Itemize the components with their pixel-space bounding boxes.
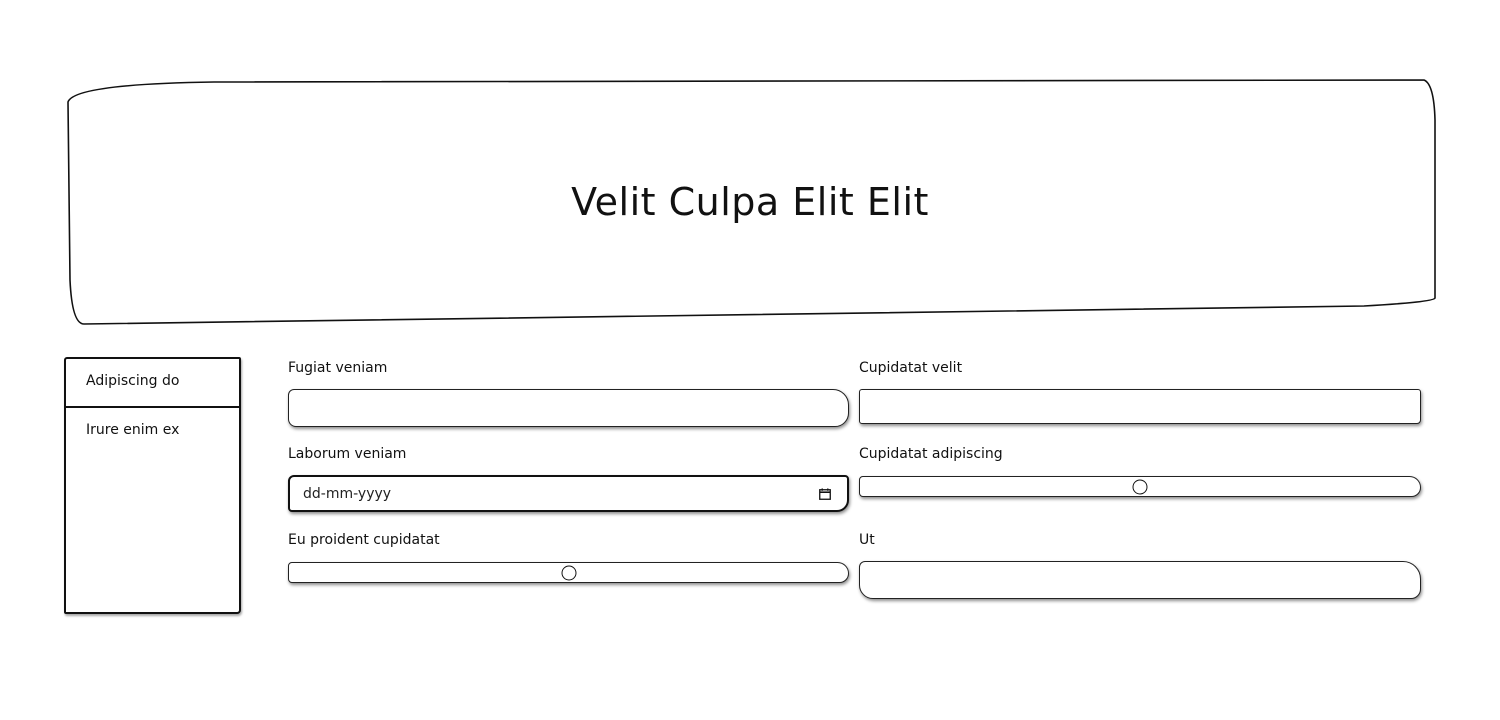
sidebar-item-label: Adipiscing do xyxy=(86,373,180,389)
fugiat-veniam-label: Fugiat veniam xyxy=(288,360,388,376)
cupidatat-adipiscing-slider[interactable] xyxy=(859,476,1421,497)
header-banner: Velit Culpa Elit Elit xyxy=(64,79,1436,325)
cupidatat-velit-label: Cupidatat velit xyxy=(859,360,963,376)
ut-input[interactable] xyxy=(859,561,1421,599)
date-placeholder: dd-mm-yyyy xyxy=(303,485,392,502)
sidebar-item-adipiscing-do[interactable]: Adipiscing do xyxy=(66,359,239,408)
eu-proident-cupidatat-slider[interactable] xyxy=(288,562,849,583)
calendar-icon[interactable] xyxy=(819,488,831,500)
page-title: Velit Culpa Elit Elit xyxy=(571,180,929,224)
sidebar-item-label: Irure enim ex xyxy=(86,422,180,438)
slider-thumb[interactable] xyxy=(561,565,576,580)
laborum-veniam-date-input[interactable]: dd-mm-yyyy xyxy=(288,475,849,512)
laborum-veniam-label: Laborum veniam xyxy=(288,446,407,462)
fugiat-veniam-input[interactable] xyxy=(288,389,849,427)
slider-thumb[interactable] xyxy=(1132,479,1148,494)
cupidatat-adipiscing-label: Cupidatat adipiscing xyxy=(859,446,1003,462)
ut-label: Ut xyxy=(859,532,875,548)
sidebar: Adipiscing do Irure enim ex xyxy=(64,357,241,614)
eu-proident-cupidatat-label: Eu proident cupidatat xyxy=(288,532,440,548)
cupidatat-velit-input[interactable] xyxy=(859,389,1421,424)
sidebar-item-irure-enim-ex[interactable]: Irure enim ex xyxy=(66,408,239,457)
